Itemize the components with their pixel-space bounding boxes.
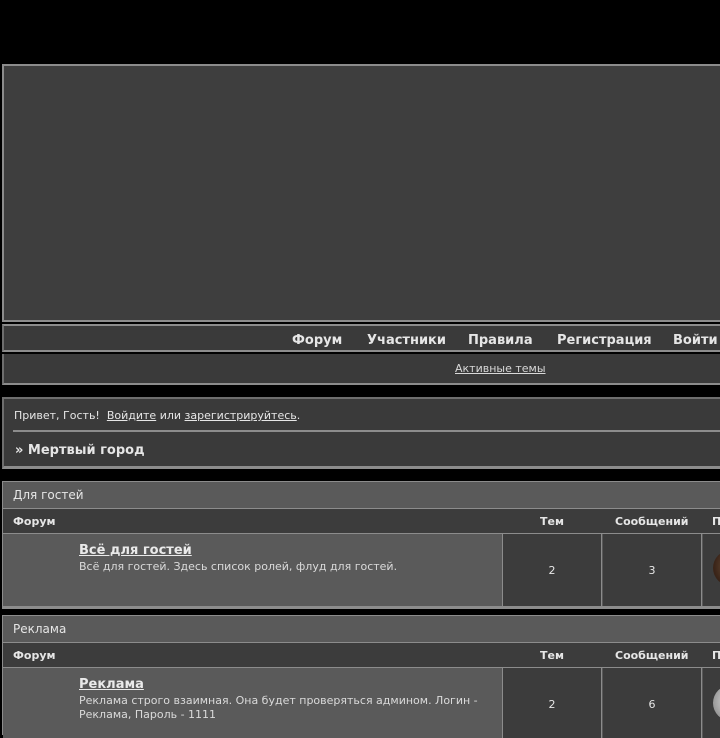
forum-info: Реклама Реклама строго взаимная. Она буд… bbox=[3, 668, 503, 738]
sub-nav: Активные темы bbox=[2, 354, 720, 385]
forum-name-link[interactable]: Всё для гостей bbox=[79, 543, 192, 558]
nav-forum-link[interactable]: Форум bbox=[292, 333, 342, 348]
period-text: . bbox=[296, 409, 301, 422]
topics-count-cell: 2 bbox=[503, 668, 602, 738]
welcome-message: Привет, Гость! Войдите или зарегистрируй… bbox=[14, 409, 300, 422]
col-posts: Сообщений bbox=[615, 515, 689, 528]
last-post-cell bbox=[703, 534, 720, 609]
col-forum: Форум bbox=[13, 649, 56, 662]
forum-info: Всё для гостей Всё для гостей. Здесь спи… bbox=[3, 534, 503, 609]
forum-description: Реклама строго взаимная. Она будет прове… bbox=[79, 694, 478, 721]
last-poster-avatar[interactable] bbox=[713, 550, 720, 586]
col-last-post: П bbox=[712, 515, 720, 528]
nav-register-link[interactable]: Регистрация bbox=[557, 333, 652, 348]
main-nav: Форум Участники Правила Регистрация Войт… bbox=[2, 324, 720, 352]
category-title: Для гостей bbox=[13, 488, 84, 502]
col-topics: Тем bbox=[540, 649, 564, 662]
nav-members-link[interactable]: Участники bbox=[367, 333, 446, 348]
forum-description: Всё для гостей. Здесь список ролей, флуд… bbox=[79, 560, 398, 573]
welcome-panel: Привет, Гость! Войдите или зарегистрируй… bbox=[2, 397, 720, 469]
col-topics: Тем bbox=[540, 515, 564, 528]
forum-banner bbox=[2, 64, 720, 322]
topics-count: 2 bbox=[548, 564, 556, 577]
nav-login-link[interactable]: Войти bbox=[673, 333, 718, 348]
divider bbox=[13, 430, 720, 432]
column-header-row: Форум Тем Сообщений П bbox=[3, 643, 720, 668]
register-link[interactable]: зарегистрируйтесь bbox=[185, 409, 297, 422]
breadcrumb[interactable]: » Мертвый город bbox=[15, 443, 145, 458]
forum-name-link[interactable]: Реклама bbox=[79, 677, 144, 692]
nav-rules-link[interactable]: Правила bbox=[468, 333, 533, 348]
topics-count: 2 bbox=[548, 698, 556, 711]
last-post-cell bbox=[703, 668, 720, 738]
category-header: Для гостей bbox=[3, 482, 720, 509]
login-link[interactable]: Войдите bbox=[107, 409, 156, 422]
topics-count-cell: 2 bbox=[503, 534, 602, 609]
posts-count-cell: 6 bbox=[603, 668, 702, 738]
column-header-row: Форум Тем Сообщений П bbox=[3, 509, 720, 534]
row-divider bbox=[3, 606, 720, 609]
category-ads: Реклама Форум Тем Сообщений П Реклама Ре… bbox=[2, 615, 720, 738]
category-guests: Для гостей Форум Тем Сообщений П Всё для… bbox=[2, 481, 720, 609]
posts-count-cell: 3 bbox=[603, 534, 702, 609]
category-header: Реклама bbox=[3, 616, 720, 643]
greeting-text: Привет, Гость! bbox=[14, 409, 100, 422]
active-topics-link[interactable]: Активные темы bbox=[455, 362, 546, 375]
col-forum: Форум bbox=[13, 515, 56, 528]
or-text: или bbox=[159, 409, 182, 422]
posts-count: 6 bbox=[648, 698, 656, 711]
forum-row[interactable]: Реклама Реклама строго взаимная. Она буд… bbox=[3, 668, 720, 738]
last-poster-avatar[interactable] bbox=[713, 685, 720, 721]
forum-row[interactable]: Всё для гостей Всё для гостей. Здесь спи… bbox=[3, 534, 720, 609]
col-posts: Сообщений bbox=[615, 649, 689, 662]
category-title: Реклама bbox=[13, 622, 67, 636]
col-last-post: П bbox=[712, 649, 720, 662]
posts-count: 3 bbox=[648, 564, 656, 577]
